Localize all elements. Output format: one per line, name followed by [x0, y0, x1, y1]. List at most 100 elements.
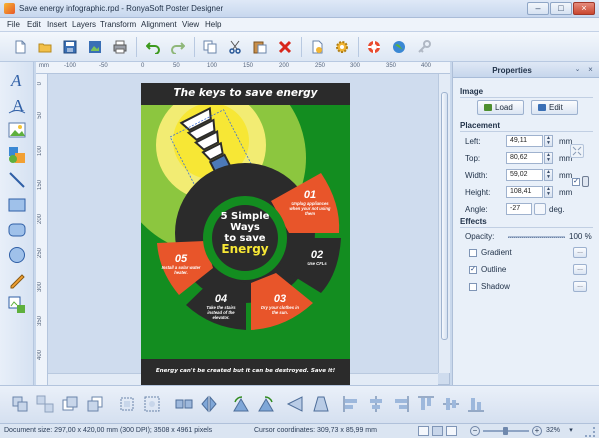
copy-icon[interactable] — [200, 37, 220, 57]
distribute-icon[interactable] — [174, 394, 194, 414]
width-field[interactable]: 59,02 — [506, 169, 543, 181]
cut-icon[interactable] — [225, 37, 245, 57]
align-grid-icon[interactable] — [117, 394, 137, 414]
align-right-icon[interactable] — [391, 394, 411, 414]
width-spinner[interactable]: ▲ ▼ — [544, 169, 553, 181]
rectangle-tool-icon[interactable] — [7, 195, 27, 215]
ungroup-icon[interactable] — [35, 394, 55, 414]
minimize-button[interactable]: – — [527, 2, 549, 15]
angle-field[interactable]: -27 — [506, 203, 532, 215]
gradient-checkbox[interactable] — [469, 249, 477, 257]
maximize-button[interactable]: □ — [550, 2, 572, 15]
send-backward-icon[interactable] — [85, 394, 105, 414]
outline-settings-button[interactable]: ... — [573, 264, 587, 275]
rotate-left-icon[interactable] — [231, 394, 251, 414]
keep-proportions-checkbox[interactable]: ✓ — [572, 178, 580, 186]
shadow-checkbox[interactable] — [469, 283, 477, 291]
menu-help[interactable]: Help — [205, 20, 221, 29]
reset-position-icon[interactable] — [570, 144, 584, 158]
resize-grip-icon[interactable] — [585, 427, 595, 437]
outline-checkbox[interactable]: ✓ — [469, 266, 477, 274]
align-middle-icon[interactable] — [441, 394, 461, 414]
view-width-icon[interactable] — [446, 426, 457, 436]
align-left-icon[interactable] — [341, 394, 361, 414]
rotate-right-icon[interactable] — [256, 394, 276, 414]
properties-panel: Properties ⌄ × Image Load Edit Placement… — [452, 62, 599, 385]
ruler-tick: 200 — [37, 214, 43, 225]
web-globe-icon[interactable] — [389, 37, 409, 57]
paste-icon[interactable] — [250, 37, 270, 57]
menu-edit[interactable]: Edit — [27, 20, 41, 29]
menu-insert[interactable]: Insert — [47, 20, 67, 29]
save-image-icon[interactable] — [85, 37, 105, 57]
gradient-settings-button[interactable]: ... — [573, 247, 587, 258]
load-image-button[interactable]: Load — [477, 100, 524, 115]
preferences-gear-icon[interactable] — [332, 37, 352, 57]
align-top-icon[interactable] — [416, 394, 436, 414]
zoom-out-icon[interactable]: − — [470, 426, 480, 436]
opacity-slider[interactable] — [508, 236, 565, 238]
image-section-title: Image — [460, 87, 484, 96]
height-label: Height: — [465, 188, 491, 197]
close-button[interactable]: × — [573, 2, 595, 15]
help-lifebuoy-icon[interactable] — [364, 37, 384, 57]
height-spinner[interactable]: ▲ ▼ — [544, 186, 553, 198]
angle-dial-icon[interactable] — [534, 203, 546, 215]
top-spinner[interactable]: ▲ ▼ — [544, 152, 553, 164]
vertical-scrollbar[interactable] — [438, 74, 450, 373]
zoom-in-icon[interactable]: + — [532, 426, 542, 436]
flip-horizontal-icon[interactable] — [199, 394, 219, 414]
tip-05: 05 Install a solar water heater. — [159, 253, 203, 275]
line-tool-icon[interactable] — [7, 170, 27, 190]
new-document-icon[interactable] — [10, 37, 30, 57]
cursor-coordinates: Cursor coordinates: 309,73 x 85,99 mm — [254, 427, 377, 434]
view-fit-icon[interactable] — [432, 426, 443, 436]
skew-left-icon[interactable] — [286, 394, 306, 414]
layout-tool-icon[interactable] — [7, 295, 27, 315]
pencil-tool-icon[interactable] — [7, 270, 27, 290]
curved-text-tool-icon[interactable]: A — [7, 95, 27, 115]
align-center-icon[interactable] — [366, 394, 386, 414]
top-field[interactable]: 80,62 — [506, 152, 543, 164]
delete-icon[interactable] — [275, 37, 295, 57]
angle-label: Angle: — [465, 205, 488, 214]
save-icon[interactable] — [60, 37, 80, 57]
menu-file[interactable]: File — [7, 20, 20, 29]
zoom-menu-icon[interactable]: ▾ — [566, 426, 576, 436]
menu-transform[interactable]: Transform — [100, 20, 136, 29]
text-tool-icon[interactable]: A — [7, 70, 27, 90]
image-tool-icon[interactable] — [7, 120, 27, 140]
ellipse-tool-icon[interactable] — [7, 245, 27, 265]
menu-layers[interactable]: Layers — [72, 20, 96, 29]
toolbar-separator — [136, 37, 137, 57]
group-icon[interactable] — [10, 394, 30, 414]
align-bottom-icon[interactable] — [466, 394, 486, 414]
skew-right-icon[interactable] — [311, 394, 331, 414]
undo-icon[interactable] — [143, 37, 163, 57]
height-field[interactable]: 108,41 — [506, 186, 543, 198]
center-title-line: Ways — [230, 222, 260, 233]
bring-forward-icon[interactable] — [60, 394, 80, 414]
menu-alignment[interactable]: Alignment — [141, 20, 177, 29]
view-single-page-icon[interactable] — [418, 426, 429, 436]
menu-view[interactable]: View — [182, 20, 199, 29]
panel-close-icon[interactable]: × — [585, 65, 596, 75]
print-icon[interactable] — [110, 37, 130, 57]
redo-icon[interactable] — [168, 37, 188, 57]
edit-image-button[interactable]: Edit — [531, 100, 578, 115]
ruler-tick: 250 — [37, 248, 43, 259]
rounded-rectangle-tool-icon[interactable] — [7, 220, 27, 240]
panel-menu-chevron-icon[interactable]: ⌄ — [572, 65, 583, 75]
left-spinner[interactable]: ▲ ▼ — [544, 135, 553, 147]
effects-section-title: Effects — [460, 217, 487, 226]
fit-page-icon[interactable] — [142, 394, 162, 414]
poster-page[interactable]: The keys to save energy 5 Simple Ways to… — [141, 83, 350, 385]
left-field[interactable]: 49,11 — [506, 135, 543, 147]
page-settings-icon[interactable] — [307, 37, 327, 57]
zoom-slider-thumb[interactable] — [503, 427, 508, 435]
shadow-settings-button[interactable]: ... — [573, 281, 587, 292]
key-icon[interactable] — [414, 37, 434, 57]
vertical-scroll-thumb[interactable] — [441, 92, 448, 340]
open-folder-icon[interactable] — [35, 37, 55, 57]
clipart-tool-icon[interactable] — [7, 145, 27, 165]
